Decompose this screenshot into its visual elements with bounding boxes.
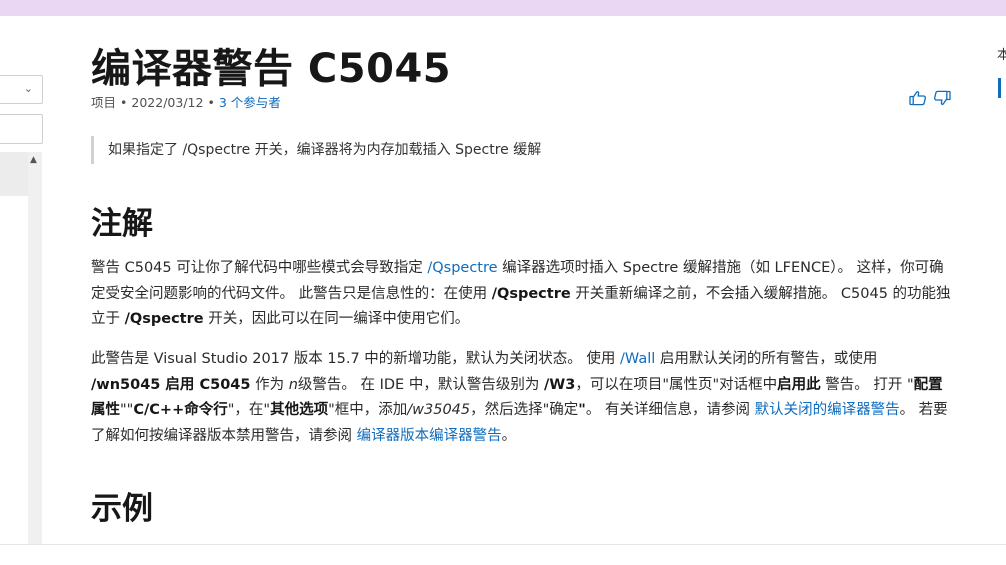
- meta-type: 项目: [91, 95, 117, 110]
- browser-top-bar: [0, 0, 1006, 16]
- meta-date: 2022/03/12: [131, 95, 204, 110]
- feedback-buttons: [909, 90, 951, 106]
- chevron-down-icon: ⌄: [23, 82, 33, 95]
- right-rail-indicator: [998, 78, 1001, 98]
- remarks-heading: 注解: [91, 206, 153, 242]
- article-meta: 项目 • 2022/03/12 • 3 个参与者: [91, 95, 281, 110]
- thumbs-up-icon[interactable]: [909, 90, 927, 106]
- note-callout: 如果指定了 /Qspectre 开关，编译器将为内存加载插入 Spectre 缓…: [91, 136, 951, 164]
- warnings-by-version-link[interactable]: 编译器版本编译器警告: [357, 428, 502, 444]
- wall-link[interactable]: /Wall: [620, 351, 655, 367]
- qspectre-link[interactable]: /Qspectre: [427, 260, 497, 276]
- toc-panel: [0, 152, 28, 196]
- default-off-warnings-link[interactable]: 默认关闭的编译器警告: [755, 402, 900, 418]
- thumbs-down-icon[interactable]: [933, 90, 951, 106]
- remarks-paragraph-1: 警告 C5045 可让你了解代码中哪些模式会导致指定 /Qspectre 编译器…: [91, 260, 951, 327]
- toc-filter-input[interactable]: [0, 114, 43, 144]
- toc-scrollbar[interactable]: ▲: [28, 152, 42, 544]
- remarks-paragraph-2: 此警告是 Visual Studio 2017 版本 15.7 中的新增功能，默…: [91, 351, 948, 444]
- scroll-up-arrow-icon[interactable]: ▲: [30, 155, 37, 165]
- page-title: 编译器警告 C5045: [91, 46, 452, 92]
- bottom-divider: [0, 544, 1006, 545]
- example-heading: 示例: [91, 491, 153, 527]
- right-rail-label: 本: [997, 48, 1006, 63]
- contributors-link[interactable]: 3 个参与者: [219, 95, 281, 110]
- version-selector[interactable]: ⌄: [0, 75, 43, 104]
